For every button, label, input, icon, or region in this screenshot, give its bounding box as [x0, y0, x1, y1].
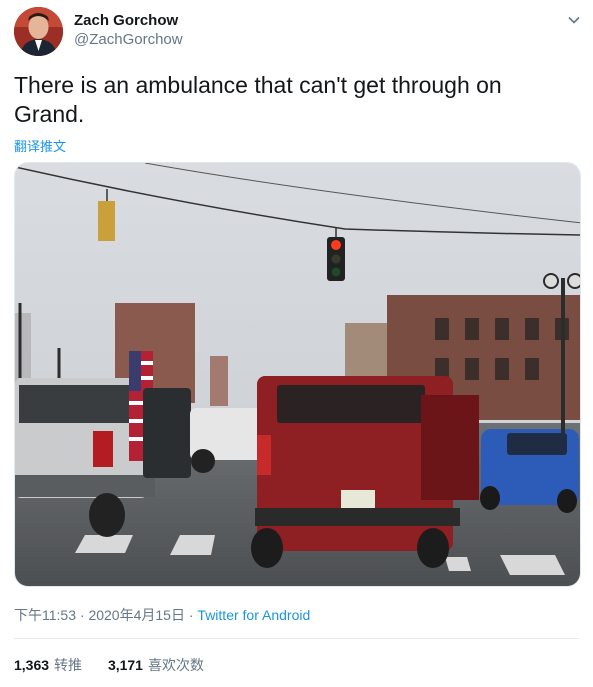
tweet-date[interactable]: 2020年4月15日 — [88, 607, 185, 623]
retweets-label[interactable]: 转推 — [54, 657, 82, 673]
tweet-stats: 1,363 转推 3,171 喜欢次数 — [14, 655, 226, 675]
likes-count[interactable]: 3,171 — [108, 657, 143, 673]
meta-separator: · — [79, 607, 85, 623]
author-avatar[interactable] — [14, 7, 63, 56]
tweet-meta: 下午11:53 · 2020年4月15日 · Twitter for Andro… — [14, 605, 310, 625]
tweet-photo[interactable] — [14, 162, 581, 587]
author-name[interactable]: Zach Gorchow — [74, 12, 178, 29]
chevron-down-icon[interactable] — [566, 12, 582, 28]
tweet-source-link[interactable]: Twitter for Android — [197, 607, 310, 623]
likes-label[interactable]: 喜欢次数 — [148, 657, 204, 673]
divider — [14, 638, 579, 639]
tweet-text: There is an ambulance that can't get thr… — [14, 72, 502, 127]
retweets-count[interactable]: 1,363 — [14, 657, 49, 673]
translate-tweet-link[interactable]: 翻译推文 — [14, 136, 66, 155]
author-handle[interactable]: @ZachGorchow — [74, 31, 183, 48]
tweet-time[interactable]: 下午11:53 — [14, 607, 76, 623]
meta-separator: · — [188, 607, 194, 623]
